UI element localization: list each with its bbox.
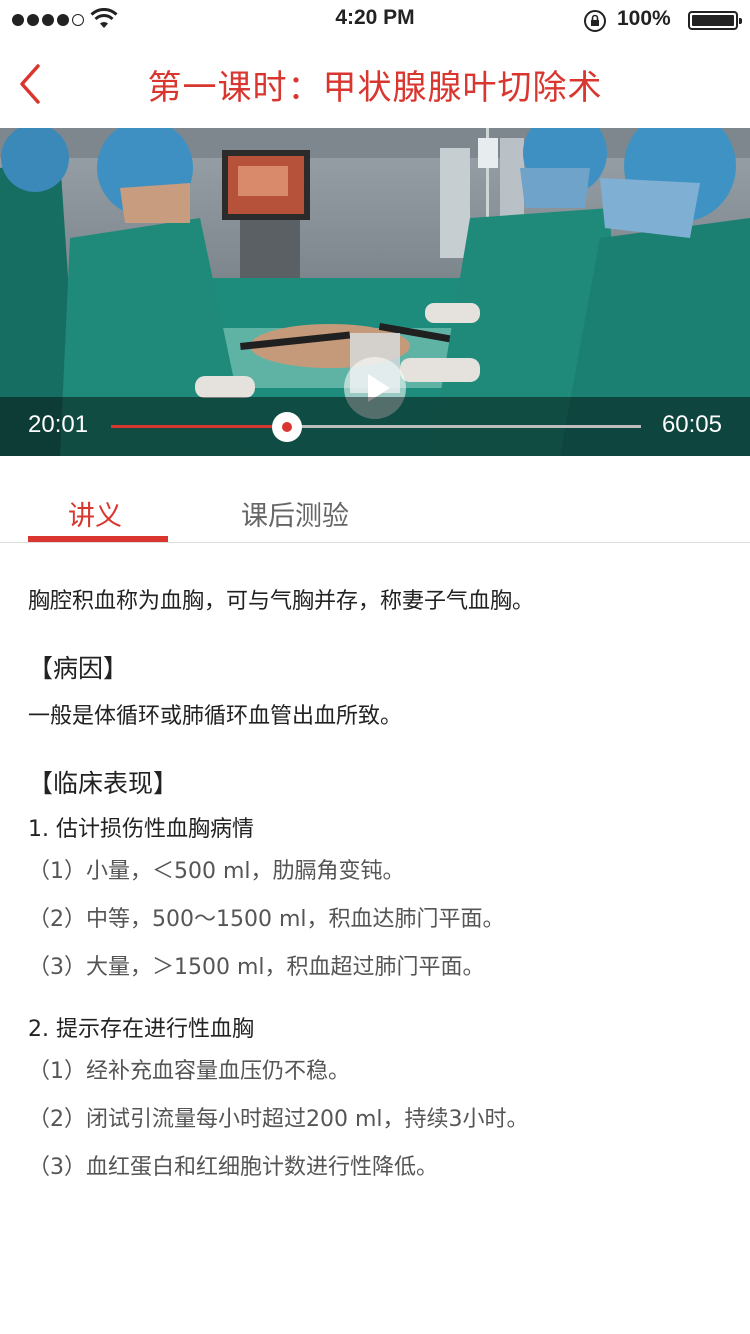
tab-active-indicator <box>28 536 168 542</box>
rotation-lock-icon <box>584 10 606 32</box>
list-item: （2）中等，500～1500 ml，积血达肺门平面。 <box>28 907 505 932</box>
subsection2-title: 2. 提示存在进行性血胸 <box>28 1017 254 1042</box>
progress-knob[interactable] <box>272 412 302 442</box>
clinical-heading: 【临床表现】 <box>28 769 179 798</box>
tab-lecture[interactable]: 讲义 <box>68 494 122 533</box>
tab-quiz[interactable]: 课后测验 <box>241 494 349 533</box>
list-item: （3）血红蛋白和红细胞计数进行性降低。 <box>28 1155 438 1180</box>
video-controls: 20:01 60:05 <box>0 397 750 456</box>
list-item: （2）闭试引流量每小时超过200 ml，持续3小时。 <box>28 1107 529 1132</box>
battery-percentage: 100% <box>617 7 671 30</box>
nav-header: 第一课时：甲状腺腺叶切除术 <box>0 40 750 128</box>
list-item: （3）大量，＞1500 ml，积血超过肺门平面。 <box>28 955 485 980</box>
cause-heading: 【病因】 <box>28 654 129 683</box>
page-title: 第一课时：甲状腺腺叶切除术 <box>147 68 603 108</box>
intro-text: 胸腔积血称为血胸，可与气胸并存，称妻子气血胸。 <box>28 589 535 614</box>
progress-played <box>111 425 287 428</box>
list-item: （1）小量，＜500 ml，肋膈角变钝。 <box>28 859 405 884</box>
tab-bar: 讲义 课后测验 <box>0 456 750 543</box>
progress-track[interactable] <box>111 412 641 442</box>
video-player[interactable]: 20:01 60:05 <box>0 128 750 456</box>
list-item: （1）经补充血容量血压仍不稳。 <box>28 1059 350 1084</box>
subsection1-title: 1. 估计损伤性血胸病情 <box>28 817 254 842</box>
total-time: 60:05 <box>661 411 722 438</box>
current-time: 20:01 <box>28 411 89 438</box>
status-bar: 4:20 PM 100% <box>0 0 750 40</box>
cause-text: 一般是体循环或肺循环血管出血所致。 <box>28 704 403 729</box>
battery-icon <box>688 11 742 30</box>
